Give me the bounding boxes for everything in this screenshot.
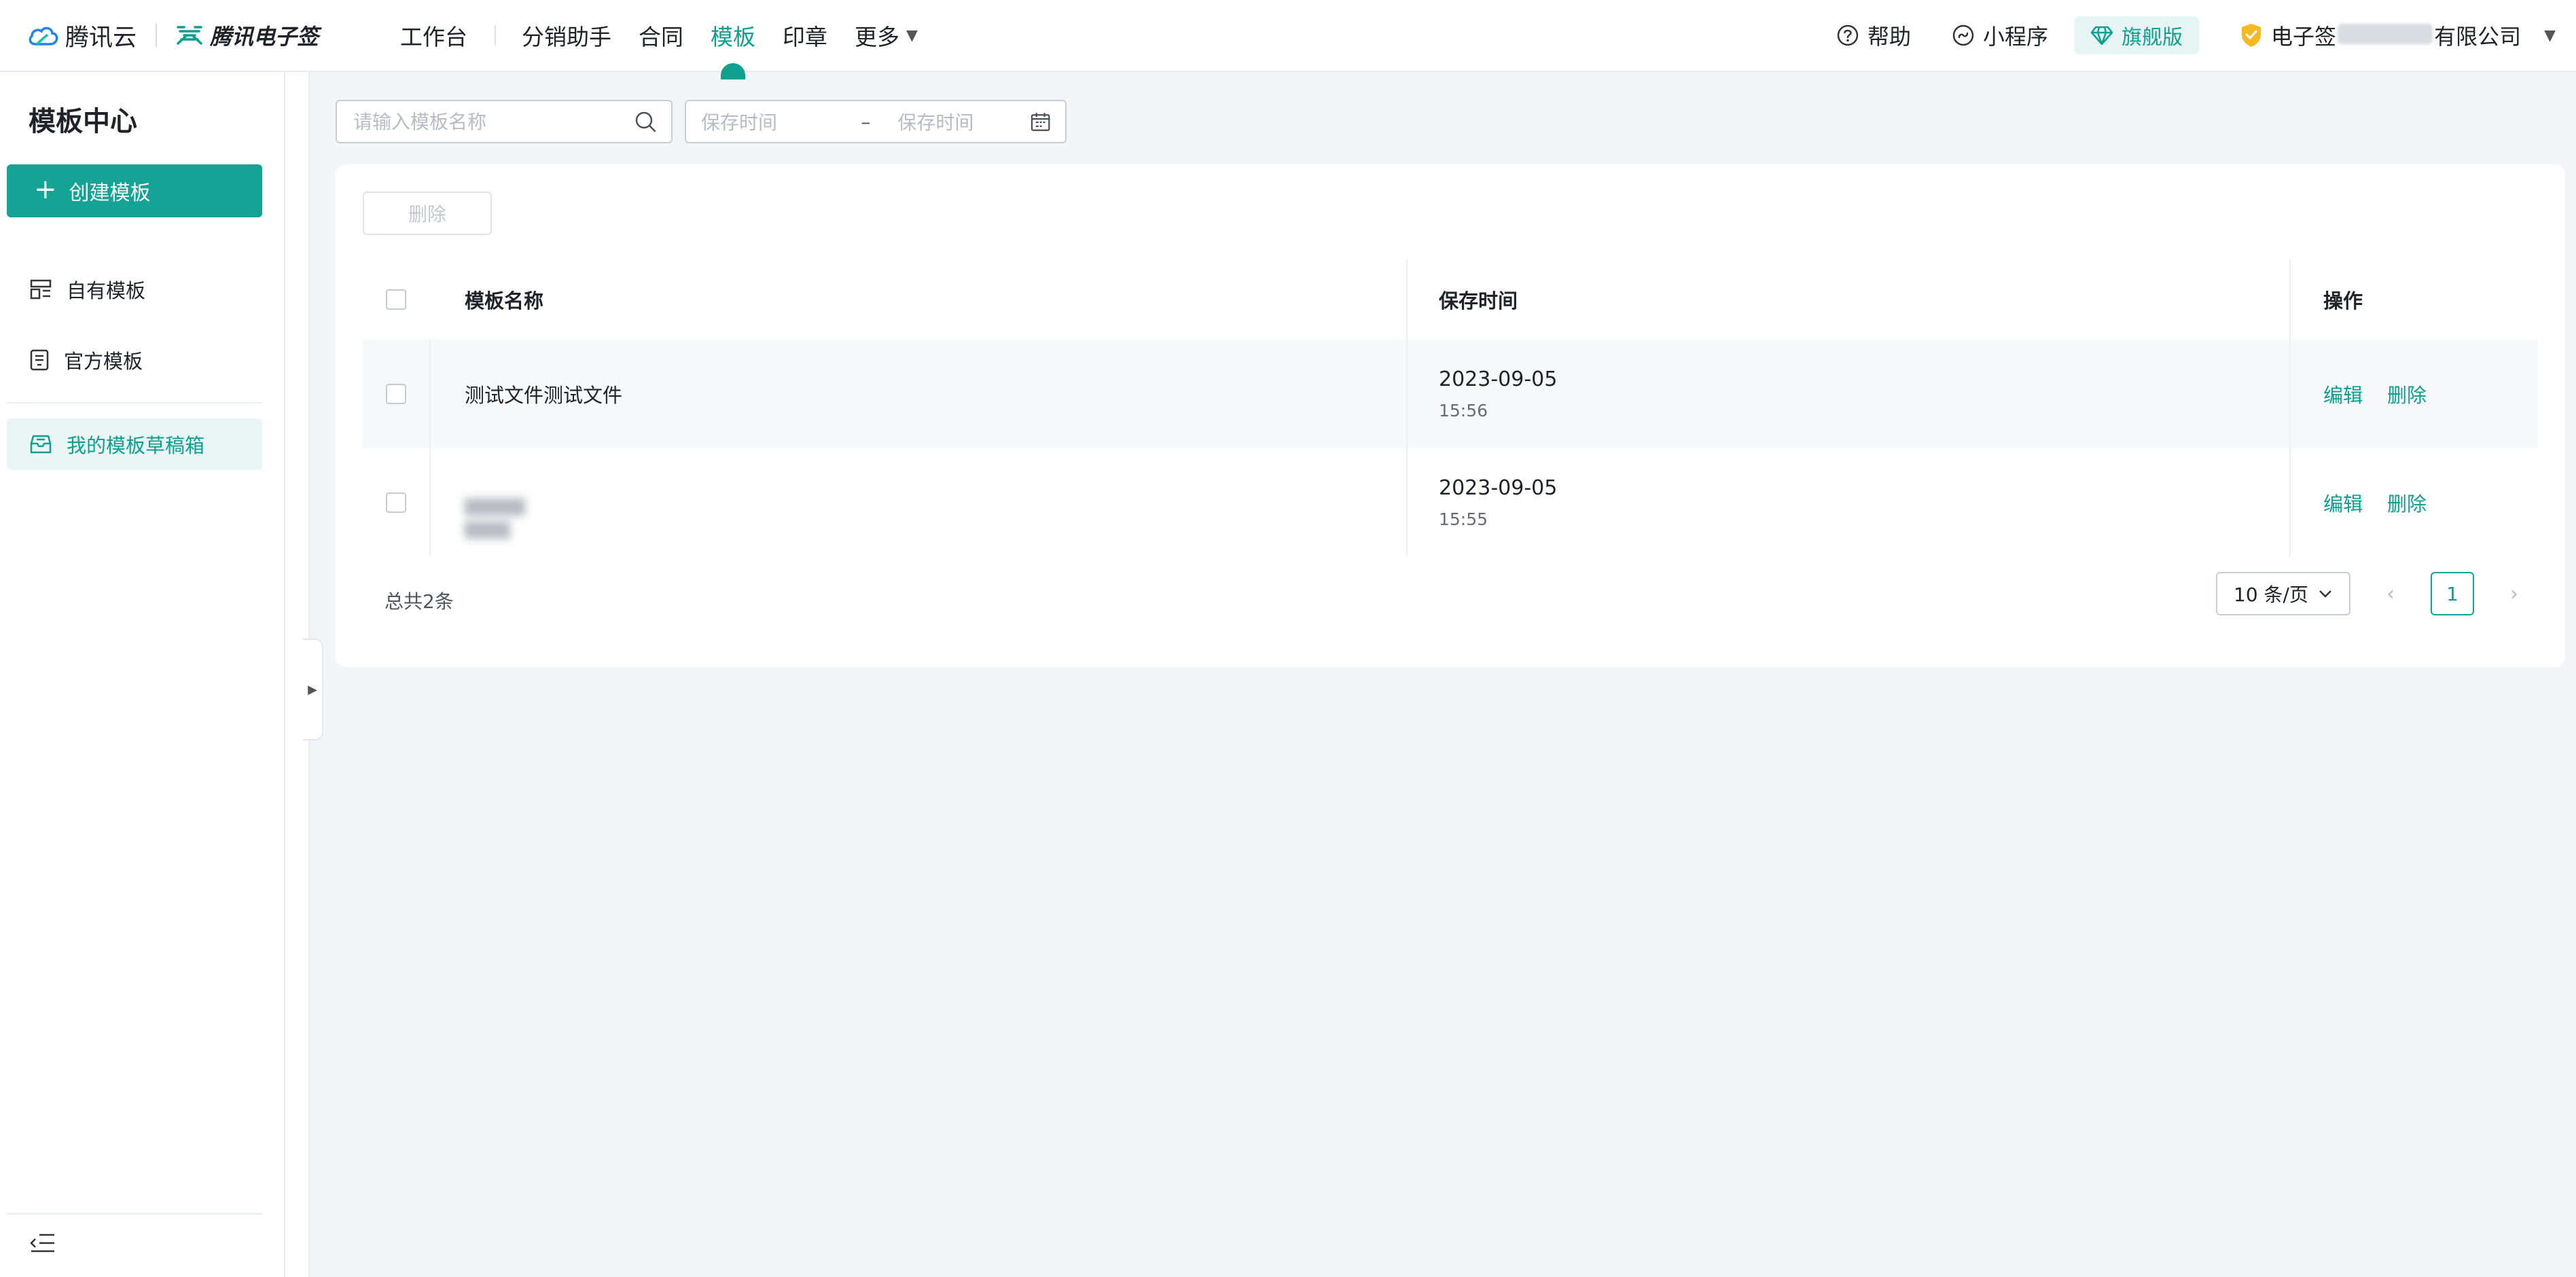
row-checkbox[interactable]: [386, 492, 406, 513]
draft-table: 模板名称 保存时间 操作 测试文件测试文件 2023-09-05 15:56 编…: [363, 259, 2538, 557]
total-count: 总共2条: [384, 590, 454, 613]
nav-item-contract[interactable]: 合同: [639, 0, 683, 71]
caret-down-icon: ▼: [2544, 26, 2556, 44]
sidebar-bottom-divider: [7, 1213, 262, 1215]
help-link[interactable]: 帮助: [1836, 20, 1911, 51]
draft-box-icon: [30, 435, 52, 454]
select-all-checkbox[interactable]: [386, 289, 406, 310]
document-icon: [30, 349, 49, 371]
start-date-placeholder[interactable]: 保存时间: [701, 108, 834, 135]
row-time-cell: 2023-09-05 15:55: [1406, 448, 2289, 557]
row-checkbox-cell: [363, 448, 429, 557]
row-time-cell: 2023-09-05 15:56: [1406, 340, 2289, 448]
template-name: 测试文件测试文件: [465, 384, 623, 407]
help-icon: [1837, 24, 1859, 46]
save-date: 2023-09-05: [1439, 367, 1558, 391]
table-row: ▆▆▆▆ ▆▆▆ 2023-09-05 15:55 编辑 删除: [363, 448, 2538, 557]
tencent-cloud-logo[interactable]: 腾讯云: [27, 18, 137, 53]
brand-divider: [156, 23, 158, 48]
sidebar-toggle-handle[interactable]: ▶: [303, 638, 323, 740]
sidebar-divider: [7, 402, 262, 403]
esign-name: 腾讯电子签: [210, 24, 319, 50]
chevron-down-icon: [2319, 590, 2331, 598]
top-navigation-bar: 腾讯云 腾讯电子签 工作台 分销助手 合同 模板 印章 更多 ▼ 帮助 小程序 …: [0, 0, 2576, 79]
page-number-current[interactable]: 1: [2431, 572, 2474, 615]
esign-logo[interactable]: 腾讯电子签: [176, 20, 319, 51]
nav-item-more[interactable]: 更多 ▼: [855, 0, 918, 71]
row-checkbox[interactable]: [386, 384, 406, 404]
edit-link[interactable]: 编辑: [2323, 488, 2363, 517]
pagination: 10 条/页 ‹ 1 ›: [2216, 572, 2524, 615]
collapse-menu-icon[interactable]: [30, 1232, 56, 1257]
edit-link[interactable]: 编辑: [2323, 380, 2363, 408]
caret-down-icon: ▼: [906, 26, 918, 44]
save-date: 2023-09-05: [1439, 476, 1558, 500]
header-time-cell: 保存时间: [1406, 259, 2289, 340]
delete-link[interactable]: 删除: [2387, 380, 2427, 408]
plus-icon: +: [34, 174, 57, 205]
prev-page-icon[interactable]: ‹: [2380, 582, 2401, 606]
top-right-actions: 帮助 小程序 旗舰版 电子签 有限公司 ▼: [1795, 16, 2556, 54]
mini-program-icon: [1952, 24, 1974, 46]
tencent-cloud-name: 腾讯云: [65, 24, 137, 52]
date-separator: –: [861, 110, 871, 133]
template-name-input[interactable]: [352, 109, 610, 134]
next-page-icon[interactable]: ›: [2504, 582, 2524, 606]
sidebar: 模板中心 + 创建模板 自有模板 官方模板 我的模板草稿箱: [0, 72, 285, 1277]
batch-delete-button[interactable]: 删除: [363, 192, 492, 235]
diamond-icon: [2090, 26, 2113, 46]
company-name: 电子签 有限公司: [2271, 24, 2522, 50]
redacted-company-text: [2338, 24, 2433, 44]
template-draft-card: 删除 模板名称 保存时间 操作 测试文件测试文件 2023-09-05 15:5…: [336, 164, 2565, 667]
sidebar-item-own-templates[interactable]: 自有模板: [7, 264, 262, 315]
create-template-button[interactable]: + 创建模板: [7, 164, 262, 217]
sidebar-item-draft-box[interactable]: 我的模板草稿箱: [7, 418, 262, 470]
nav-item-seal[interactable]: 印章: [783, 0, 827, 71]
page-size-select[interactable]: 10 条/页: [2216, 572, 2350, 615]
verified-shield-icon: [2242, 24, 2261, 47]
filter-bar: 保存时间 – 保存时间: [336, 100, 1067, 143]
calendar-icon[interactable]: [1031, 111, 1050, 132]
search-icon[interactable]: [634, 111, 656, 132]
nav-item-distribution[interactable]: 分销助手: [522, 0, 611, 71]
caret-right-icon: ▶: [308, 682, 317, 697]
header-name-cell: 模板名称: [429, 259, 1406, 340]
column-header-time: 保存时间: [1439, 289, 1518, 312]
sidebar-title: 模板中心: [29, 106, 137, 137]
row-name-cell: ▆▆▆▆ ▆▆▆: [429, 448, 1406, 557]
column-header-ops: 操作: [2323, 289, 2363, 312]
nav-item-template[interactable]: 模板: [711, 0, 755, 79]
save-clock: 15:55: [1439, 509, 1488, 529]
cloud-icon: [29, 26, 58, 46]
sidebar-item-official-templates[interactable]: 官方模板: [7, 334, 262, 386]
save-clock: 15:56: [1439, 401, 1488, 420]
mini-program-link[interactable]: 小程序: [1952, 20, 2048, 51]
nav-item-workbench[interactable]: 工作台: [400, 0, 467, 71]
brand: 腾讯云 腾讯电子签: [27, 18, 319, 53]
edition-badge[interactable]: 旗舰版: [2074, 16, 2200, 54]
end-date-placeholder[interactable]: 保存时间: [897, 108, 1030, 135]
redacted-template-name: ▆▆▆▆ ▆▆▆: [465, 492, 526, 539]
esign-icon: [177, 26, 202, 45]
nav-divider: [495, 25, 497, 46]
header-checkbox-cell: [363, 259, 429, 340]
header-ops-cell: 操作: [2289, 259, 2538, 340]
row-ops-cell: 编辑 删除: [2289, 340, 2538, 448]
delete-link[interactable]: 删除: [2387, 488, 2427, 517]
row-name-cell: 测试文件测试文件: [429, 340, 1406, 448]
table-row: 测试文件测试文件 2023-09-05 15:56 编辑 删除: [363, 340, 2538, 448]
save-time-range-picker[interactable]: 保存时间 – 保存时间: [685, 100, 1067, 143]
row-ops-cell: 编辑 删除: [2289, 448, 2538, 557]
main-nav: 工作台 分销助手 合同 模板 印章 更多 ▼: [400, 0, 945, 79]
template-search[interactable]: [336, 100, 673, 143]
row-checkbox-cell: [363, 340, 429, 448]
layout-icon: [30, 279, 52, 300]
company-switcher[interactable]: 电子签 有限公司 ▼: [2240, 20, 2556, 51]
table-header-row: 模板名称 保存时间 操作: [363, 259, 2538, 340]
column-header-name: 模板名称: [465, 289, 544, 312]
